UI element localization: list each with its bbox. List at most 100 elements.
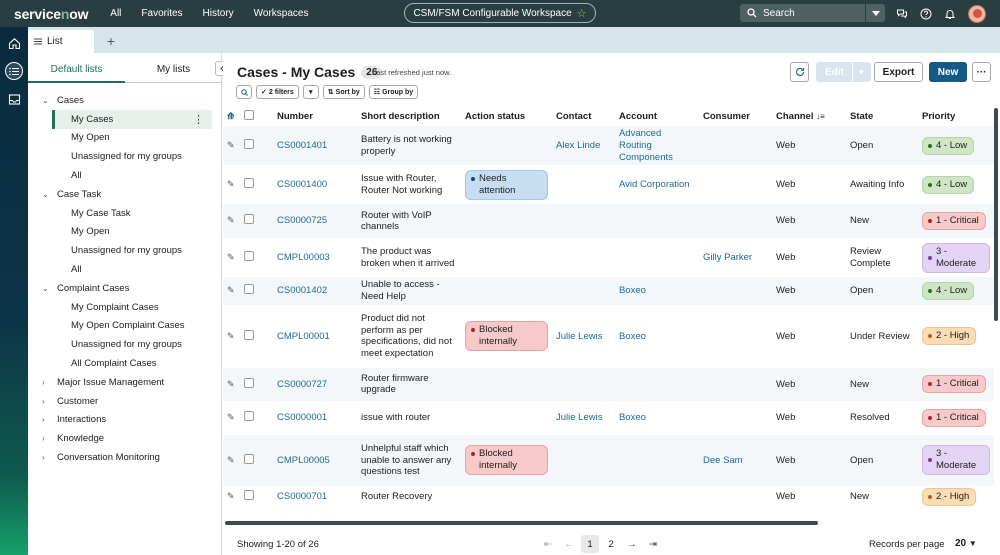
list-item[interactable]: My Complaint Cases: [28, 298, 222, 317]
case-number-link[interactable]: CS0001400: [277, 179, 327, 190]
col-priority[interactable]: Priority: [918, 106, 994, 126]
case-number-link[interactable]: CS0001402: [277, 285, 327, 296]
notification-bell-icon[interactable]: [944, 8, 956, 20]
servicenow-logo[interactable]: servicenow: [14, 6, 88, 22]
chevron-down-icon[interactable]: ⌄: [42, 190, 53, 199]
table-row[interactable]: ✎ CMPL00005 Unhelpful staff which unable t…: [223, 434, 994, 486]
row-checkbox[interactable]: [244, 250, 254, 261]
favorite-star-icon[interactable]: ☆: [577, 7, 587, 20]
list-item[interactable]: My Open: [28, 129, 222, 148]
vertical-scrollbar[interactable]: [994, 108, 998, 321]
new-button[interactable]: New: [929, 62, 967, 82]
col-short-description[interactable]: Short description: [357, 106, 461, 126]
group-by-button[interactable]: ☷ Group by: [368, 85, 419, 99]
consumer-link[interactable]: Gilly Parker: [703, 252, 752, 263]
case-number-link[interactable]: CS0001401: [277, 140, 327, 151]
account-link[interactable]: Advanced Routing Components: [619, 128, 673, 163]
list-item[interactable]: Unassigned for my groups: [28, 147, 222, 166]
add-tab-button[interactable]: +: [100, 30, 122, 52]
prev-page-icon[interactable]: ←: [560, 535, 578, 553]
edit-pencil-icon[interactable]: ✎: [227, 179, 235, 189]
row-checkbox[interactable]: [244, 453, 254, 464]
table-row[interactable]: ✎ CS0000727 Router firmware upgrade Web New 1…: [223, 367, 994, 401]
account-link[interactable]: Avid Corporation: [619, 179, 690, 190]
table-row[interactable]: ✎ CS0000001 issue with router Julie Lewis Bo…: [223, 401, 994, 435]
case-number-link[interactable]: CS0000701: [277, 491, 327, 502]
case-number-link[interactable]: CS0000001: [277, 412, 327, 423]
list-group[interactable]: › Interactions: [28, 411, 222, 430]
row-checkbox[interactable]: [244, 284, 254, 295]
list-item[interactable]: My Case Task: [28, 204, 222, 223]
chevron-right-icon[interactable]: ›: [42, 397, 53, 406]
nav-workspaces[interactable]: Workspaces: [254, 8, 309, 19]
last-page-icon[interactable]: ⇥: [644, 535, 662, 553]
next-page-icon[interactable]: →: [623, 535, 641, 553]
edit-button[interactable]: Edit ▼: [816, 62, 871, 82]
more-actions-button[interactable]: ···: [972, 62, 991, 82]
horizontal-scrollbar[interactable]: [225, 521, 818, 525]
user-avatar[interactable]: [968, 4, 986, 23]
nav-favorites[interactable]: Favorites: [141, 8, 182, 19]
workspace-selector[interactable]: CSM/FSM Configurable Workspace ☆: [404, 3, 596, 23]
list-group[interactable]: › Conversation Monitoring: [28, 448, 222, 467]
account-link[interactable]: Boxeo: [619, 412, 646, 423]
list-icon[interactable]: [5, 62, 23, 80]
account-link[interactable]: Boxeo: [619, 331, 646, 342]
col-action-status[interactable]: Action status: [461, 106, 552, 126]
list-group[interactable]: › Customer: [28, 392, 222, 411]
refresh-button[interactable]: [790, 62, 809, 82]
chevron-right-icon[interactable]: ›: [42, 415, 53, 424]
list-item[interactable]: All: [28, 166, 222, 185]
table-row[interactable]: ✎ CS0000725 Router with VoIP channels Web Ne…: [223, 204, 994, 239]
edit-pencil-icon[interactable]: ✎: [227, 215, 235, 225]
contact-link[interactable]: Julie Lewis: [556, 331, 602, 342]
list-search-button[interactable]: [236, 85, 252, 99]
edit-pencil-icon[interactable]: ✎: [227, 331, 235, 341]
more-vertical-icon[interactable]: ⋮: [193, 113, 204, 126]
case-number-link[interactable]: CMPL00005: [277, 455, 330, 466]
page-1-button[interactable]: 1: [581, 535, 599, 553]
search-scope-dropdown[interactable]: [865, 4, 885, 22]
global-search[interactable]: Search: [740, 4, 885, 22]
help-icon[interactable]: [920, 8, 932, 20]
edit-pencil-icon[interactable]: ✎: [227, 379, 235, 389]
table-row[interactable]: ✎ CS0001401 Battery is not working properl…: [223, 126, 994, 166]
row-checkbox[interactable]: [244, 138, 254, 149]
first-page-icon[interactable]: ⇤: [539, 535, 557, 553]
contact-link[interactable]: Julie Lewis: [556, 412, 602, 423]
list-item[interactable]: Unassigned for my groups: [28, 241, 222, 260]
edit-pencil-icon[interactable]: ✎: [227, 140, 235, 150]
list-group[interactable]: › Major Issue Management: [28, 373, 222, 392]
list-group[interactable]: ⌄ Complaint Cases: [28, 279, 222, 298]
row-checkbox[interactable]: [244, 177, 254, 188]
edit-pencil-icon[interactable]: ✎: [227, 285, 235, 295]
records-per-page-select[interactable]: 20 ▼: [955, 538, 977, 549]
chevron-right-icon[interactable]: ›: [42, 434, 53, 443]
edit-pencil-icon[interactable]: ✎: [227, 412, 235, 422]
case-number-link[interactable]: CMPL00003: [277, 252, 330, 263]
edit-dropdown-chevron-icon[interactable]: ▼: [852, 63, 870, 81]
contact-link[interactable]: Alex Linde: [556, 140, 600, 151]
page-2-button[interactable]: 2: [602, 535, 620, 553]
nav-all[interactable]: All: [110, 8, 121, 19]
row-checkbox[interactable]: [244, 377, 254, 388]
list-item[interactable]: Unassigned for my groups: [28, 335, 222, 354]
list-item[interactable]: My Open Complaint Cases: [28, 317, 222, 336]
table-row[interactable]: ✎ CMPL00001 Product did not perform as per…: [223, 305, 994, 368]
filters-button[interactable]: ✓ 2 filters: [256, 85, 299, 99]
list-item[interactable]: All: [28, 260, 222, 279]
col-state[interactable]: State: [846, 106, 918, 126]
chevron-down-icon[interactable]: ⌄: [42, 96, 53, 105]
tab-default-lists[interactable]: Default lists: [28, 61, 125, 83]
nav-history[interactable]: History: [203, 8, 234, 19]
sort-by-button[interactable]: ⇅ Sort by: [322, 85, 365, 99]
chevron-right-icon[interactable]: ›: [42, 453, 53, 462]
select-all-header[interactable]: [240, 106, 273, 126]
edit-pencil-icon[interactable]: ✎: [227, 455, 235, 465]
filters-dropdown-button[interactable]: ▾: [302, 85, 319, 99]
row-checkbox[interactable]: [244, 411, 254, 422]
list-group[interactable]: › Knowledge: [28, 429, 222, 448]
table-row[interactable]: ✎ CS0001400 Issue with Router, Router Not …: [223, 165, 994, 204]
export-button[interactable]: Export: [874, 62, 923, 82]
account-link[interactable]: Boxeo: [619, 285, 646, 296]
